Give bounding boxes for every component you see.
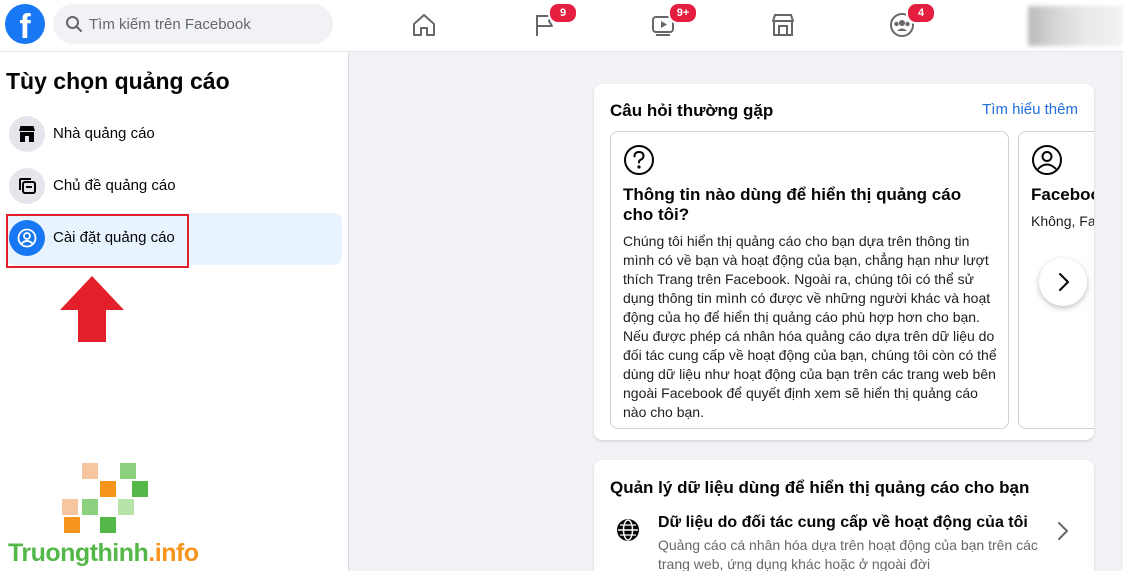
nav-marketplace[interactable] [765, 8, 801, 42]
red-arrow-up-icon [60, 276, 124, 342]
nav-watch[interactable]: 9+ [646, 2, 698, 42]
learn-more-link[interactable]: Tìm hiểu thêm [982, 101, 1078, 118]
faq-card-title: Câu hỏi thường gặp [610, 101, 774, 120]
facebook-logo-icon[interactable]: f [5, 4, 45, 44]
watch-badge: 9+ [668, 2, 698, 24]
sidebar-item-advertisers[interactable]: Nhà quảng cáo [6, 109, 342, 161]
faq-item[interactable]: Thông tin nào dùng để hiển thị quảng cáo… [610, 131, 1009, 429]
top-navigation-bar: f 9 9+ 4 [0, 0, 1123, 52]
faq-card: Câu hỏi thường gặp Tìm hiểu thêm Thông t… [594, 84, 1094, 440]
sidebar: Tùy chọn quảng cáo Nhà quảng cáo Chủ đề … [0, 52, 349, 571]
watermark-text: Truongthinh.info [8, 539, 199, 567]
partner-data-row[interactable]: Dữ liệu do đối tác cung cấp về hoạt động… [610, 512, 1080, 571]
pages-badge: 9 [548, 2, 578, 24]
topics-icon [9, 168, 45, 204]
home-icon [413, 14, 435, 36]
manage-data-card-title: Quản lý dữ liệu dùng để hiển thị quảng c… [610, 478, 1030, 497]
sidebar-item-label: Nhà quảng cáo [53, 125, 155, 142]
faq-item-body: Chúng tôi hiển thị quảng cáo cho bạn dựa… [623, 233, 997, 420]
user-circle-icon [1032, 145, 1062, 175]
profile-avatar[interactable] [1028, 6, 1123, 46]
search-box[interactable] [53, 4, 333, 44]
sidebar-item-label: Chủ đề quảng cáo [53, 177, 176, 194]
nav-groups[interactable]: 4 [884, 2, 936, 42]
search-input[interactable] [89, 4, 319, 44]
manage-data-card: Quản lý dữ liệu dùng để hiển thị quảng c… [594, 460, 1094, 571]
chevron-right-icon [1058, 522, 1068, 540]
faq-item-title: Faceboo [1031, 185, 1094, 204]
carousel-next-button[interactable] [1039, 258, 1087, 306]
chevron-right-icon [1059, 273, 1069, 291]
faq-item-title: Thông tin nào dùng để hiển thị quảng cáo… [623, 185, 962, 224]
groups-badge: 4 [906, 2, 936, 24]
partner-data-title: Dữ liệu do đối tác cung cấp về hoạt động… [658, 514, 1028, 531]
watermark-logo-icon [62, 463, 148, 533]
globe-icon [617, 519, 639, 541]
nav-pages[interactable]: 9 [527, 2, 578, 42]
sidebar-item-ad-topics[interactable]: Chủ đề quảng cáo [6, 161, 342, 213]
partner-data-description: Quảng cáo cá nhân hóa dựa trên hoạt động… [658, 537, 1038, 571]
question-circle-icon [624, 145, 654, 175]
faq-item-body: Không, Fa cá nhân n Facebook [1031, 213, 1094, 229]
highlight-annotation-box [6, 214, 189, 268]
nav-home[interactable] [406, 8, 442, 42]
search-icon [66, 16, 82, 32]
store-icon [9, 116, 45, 152]
marketplace-store-icon [772, 14, 794, 36]
sidebar-title: Tùy chọn quảng cáo [6, 68, 230, 94]
